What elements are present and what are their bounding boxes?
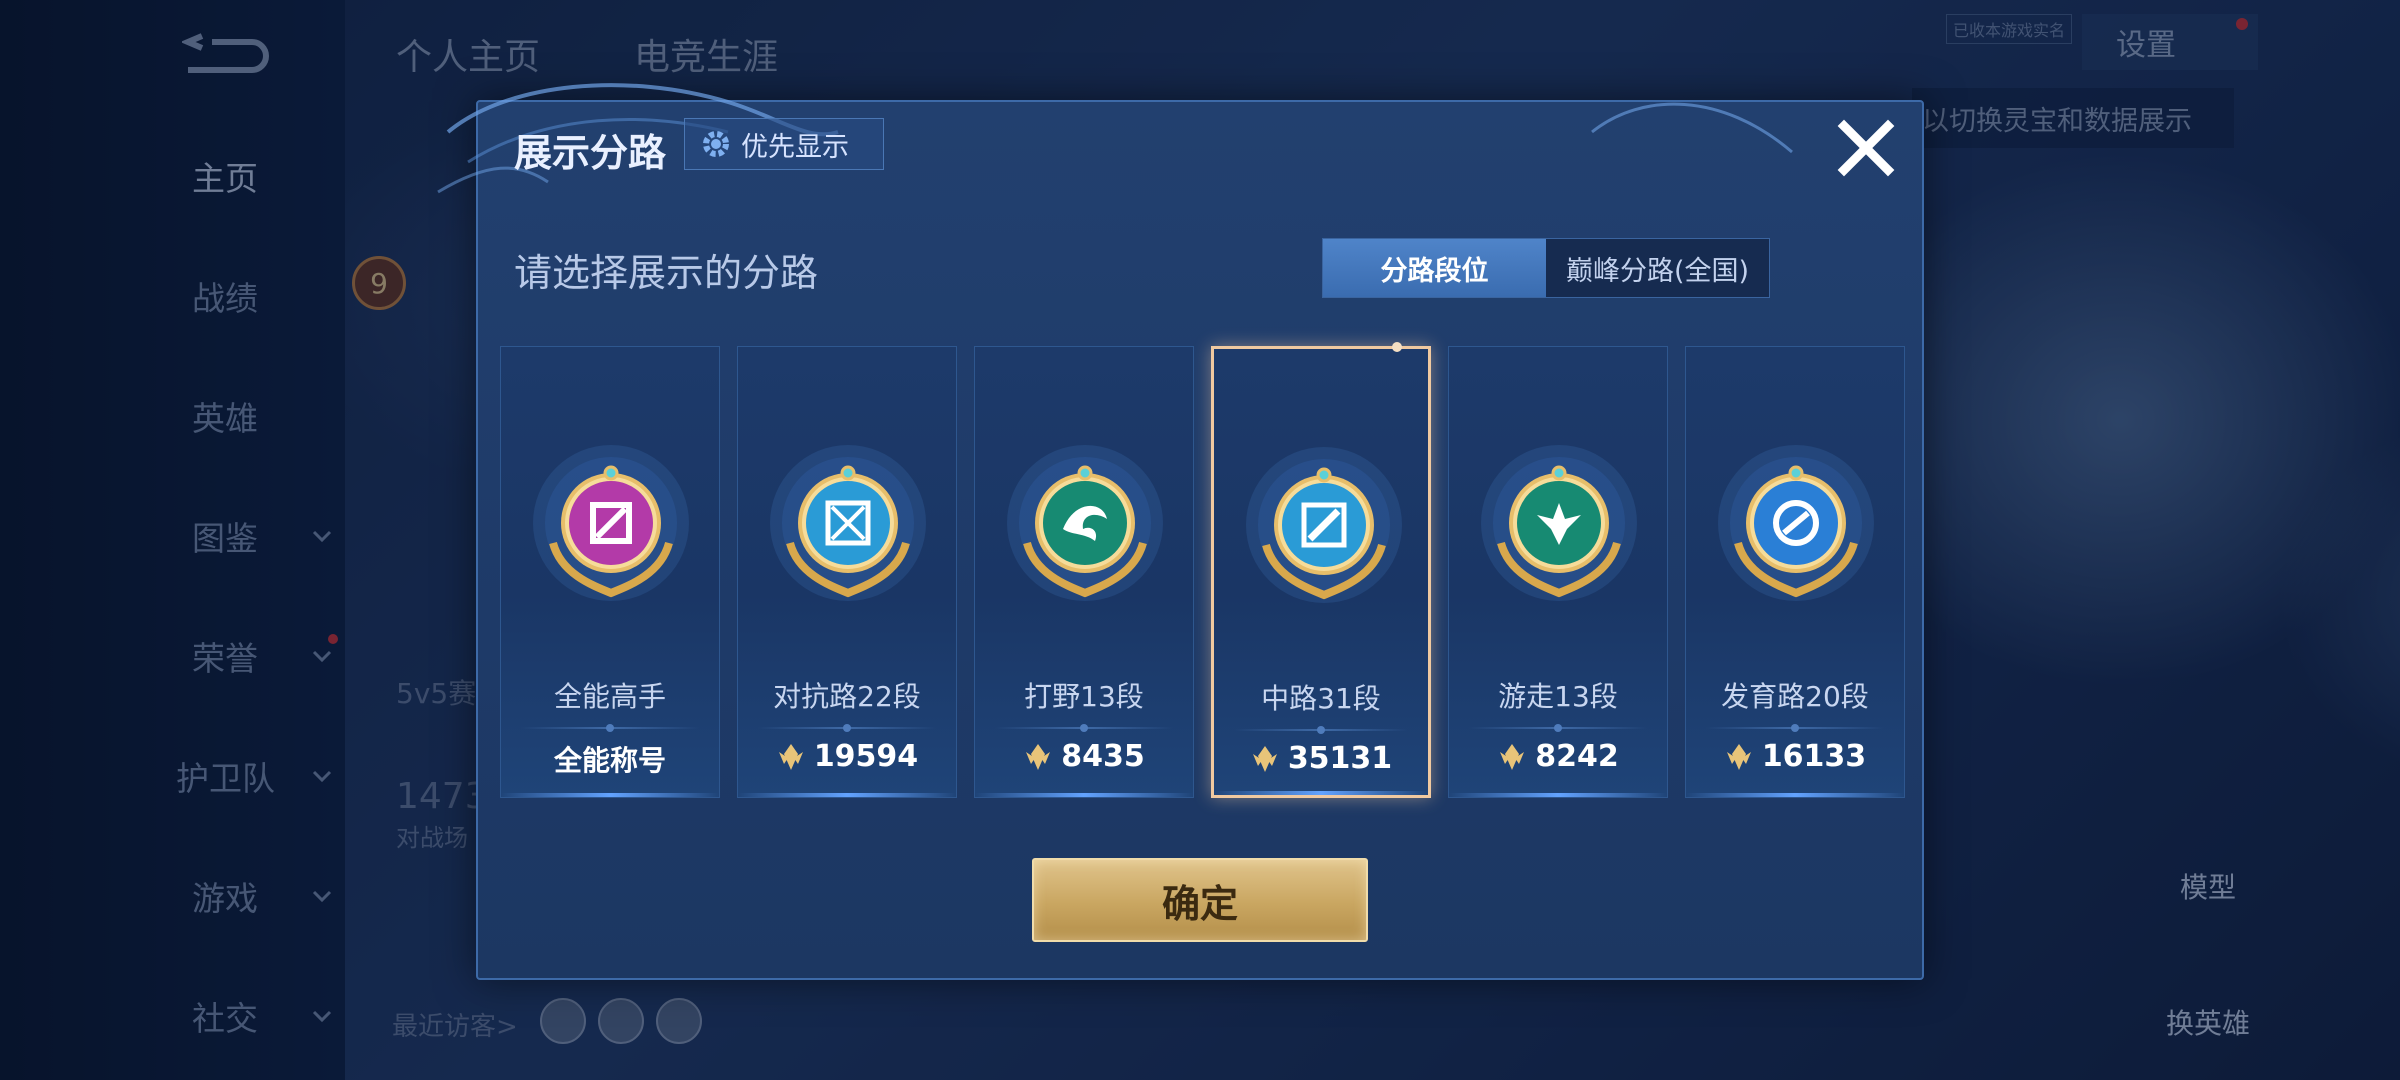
lane-stat: 8242 — [1449, 739, 1667, 774]
lane-mode-toggle: 分路段位 巅峰分路(全国) — [1322, 238, 1770, 298]
lane-card-list: 全能高手 全能称号 对抗路22段 19594 打野13段 8435 中路31段 35131 游走… — [500, 342, 1908, 798]
lane-points: 8435 — [1061, 739, 1145, 774]
lane-points: 19594 — [813, 739, 919, 774]
priority-label: 优先显示 — [741, 131, 849, 163]
lane-name: 打野13段 — [1024, 680, 1144, 713]
lane-points: 35131 — [1287, 741, 1393, 776]
jungle-badge-icon — [1005, 443, 1165, 603]
lane-card[interactable]: 对抗路22段 19594 — [737, 346, 957, 798]
lane-card[interactable]: 打野13段 8435 — [974, 346, 1194, 798]
modal-subtitle: 请选择展示的分路 — [514, 251, 819, 295]
peak-points-icon — [778, 743, 803, 770]
card-divider — [758, 724, 936, 732]
close-icon[interactable] — [1834, 116, 1898, 180]
mid-lane-badge-icon — [1244, 445, 1404, 605]
peak-points-icon — [1252, 745, 1277, 772]
farm-lane-badge-icon — [1716, 443, 1876, 603]
lane-stat: 35131 — [1214, 741, 1428, 776]
lane-name: 全能高手 — [553, 680, 666, 713]
card-divider — [1234, 726, 1408, 734]
peak-points-icon — [1500, 743, 1525, 770]
card-divider — [521, 724, 699, 732]
card-divider — [1469, 724, 1647, 732]
lane-points: 8242 — [1535, 739, 1619, 774]
modal-title: 展示分路 — [514, 131, 667, 175]
card-divider — [995, 724, 1173, 732]
lane-display-modal: 展示分路 优先显示 请选择展示的分路 分路段位 巅峰分路(全国) 全能高手全能称… — [437, 83, 1924, 980]
toggle-peak-lane[interactable]: 巅峰分路(全国) — [1546, 239, 1769, 297]
lane-stat: 16133 — [1686, 739, 1904, 774]
roam-badge-icon — [1479, 443, 1639, 603]
peak-points-icon — [1026, 743, 1051, 770]
lane-stat: 8435 — [975, 739, 1193, 774]
lane-card[interactable]: 全能高手 全能称号 — [500, 346, 720, 798]
priority-display-button[interactable]: 优先显示 — [684, 118, 884, 170]
peak-points-icon — [1726, 743, 1751, 770]
lane-points: 16133 — [1761, 739, 1867, 774]
lane-card[interactable]: 游走13段 8242 — [1448, 346, 1668, 798]
toggle-lane-rank[interactable]: 分路段位 — [1323, 239, 1546, 297]
allround-badge-icon — [531, 443, 691, 603]
lane-stat: 19594 — [738, 739, 956, 774]
gear-icon — [703, 131, 729, 157]
confirm-button[interactable]: 确定 — [1032, 858, 1368, 942]
lane-stat: 全能称号 — [501, 739, 719, 779]
lane-card[interactable]: 中路31段 35131 — [1211, 342, 1431, 798]
clash-lane-badge-icon — [768, 443, 928, 603]
card-divider — [1706, 724, 1884, 732]
lane-name: 游走13段 — [1498, 680, 1618, 713]
lane-name: 对抗路22段 — [773, 680, 921, 713]
lane-name: 中路31段 — [1261, 682, 1381, 715]
lane-name: 发育路20段 — [1721, 680, 1869, 713]
decorative-swirl — [1591, 102, 1793, 154]
lane-title-text: 全能称号 — [553, 744, 666, 777]
lane-card[interactable]: 发育路20段 16133 — [1685, 346, 1905, 798]
